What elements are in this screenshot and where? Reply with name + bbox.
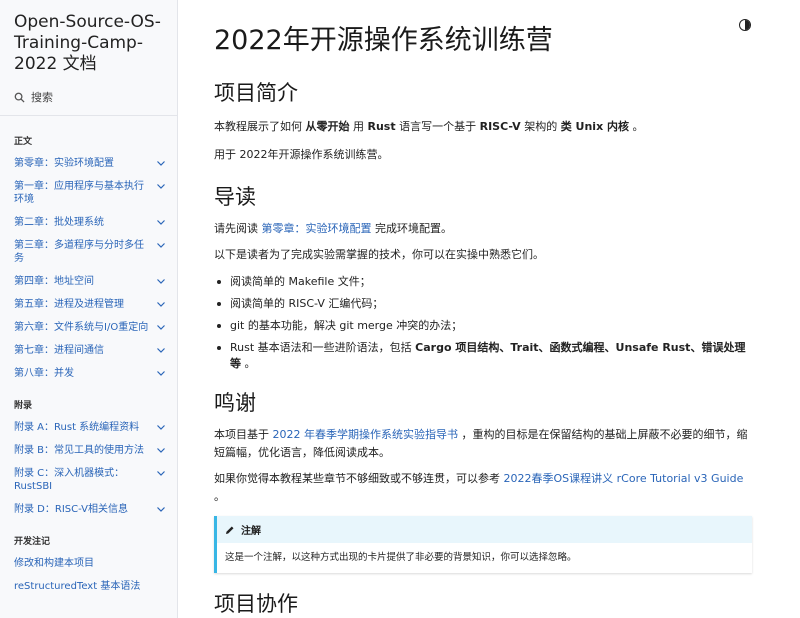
- sidebar-item[interactable]: 修改和构建本项目: [0, 557, 177, 570]
- sidebar-item-label: 第四章：地址空间: [14, 276, 94, 287]
- chevron-down-icon[interactable]: [155, 344, 167, 357]
- intro-paragraph-2: 用于 2022年开源操作系统训练营。: [214, 148, 389, 161]
- sidebar-item-label: 附录 C：深入机器模式：RustSBI: [14, 468, 125, 492]
- sidebar-item-label: 附录 D：RISC-V相关信息: [14, 504, 128, 515]
- link-rcore-tutorial[interactable]: 2022春季OS课程讲义 rCore Tutorial v3 Guide: [504, 472, 744, 485]
- sidebar-item[interactable]: reStructuredText 基本语法: [0, 580, 177, 593]
- note-title: 注解: [241, 526, 261, 537]
- sidebar-divider: [0, 115, 177, 116]
- note-body: 这是一个注解，以这种方式出现的卡片提供了非必要的背景知识，你可以选择忽略。: [225, 552, 577, 563]
- thanks-paragraph-2: 如果你觉得本教程某些章节不够细致或不够连贯，可以参考 2022春季OS课程讲义 …: [214, 472, 744, 503]
- chevron-down-icon[interactable]: [155, 180, 167, 193]
- list-item: 阅读简单的 RISC-V 汇编代码；: [214, 296, 754, 312]
- chevron-down-icon[interactable]: [155, 157, 167, 170]
- link-lab-guide[interactable]: 2022 年春季学期操作系统实验指导书: [273, 428, 459, 441]
- sidebar-section-caption: 开发注记: [14, 537, 51, 547]
- chevron-down-icon[interactable]: [155, 444, 167, 457]
- sidebar-item[interactable]: 第三章：多道程序与分时多任务: [0, 239, 177, 265]
- chevron-down-icon[interactable]: [155, 275, 167, 288]
- chevron-down-icon[interactable]: [155, 216, 167, 229]
- pencil-icon: [226, 526, 234, 534]
- guide-paragraph-2: 以下是读者为了完成实验需掌握的技术，你可以在实操中熟悉它们。: [214, 248, 544, 261]
- search-label: 搜索: [31, 91, 53, 104]
- sidebar-item-label: reStructuredText 基本语法: [14, 581, 141, 592]
- chevron-down-icon[interactable]: [155, 239, 167, 252]
- nav-sections: 正文第零章：实验环境配置第一章：应用程序与基本执行环境第二章：批处理系统第三章：…: [0, 134, 177, 593]
- thanks-paragraph-1: 本项目基于 2022 年春季学期操作系统实验指导书 ，重构的目标是在保留结构的基…: [214, 428, 748, 459]
- chevron-down-icon[interactable]: [155, 421, 167, 434]
- sidebar-item-label: 第五章：进程及进程管理: [14, 299, 124, 310]
- sidebar-item-label: 第零章：实验环境配置: [14, 158, 114, 169]
- note-card: 注解 这是一个注解，以这种方式出现的卡片提供了非必要的背景知识，你可以选择忽略。: [214, 516, 752, 573]
- heading-intro: 项目简介: [214, 81, 298, 105]
- chevron-down-icon[interactable]: [155, 298, 167, 311]
- sidebar-item[interactable]: 第二章：批处理系统: [0, 216, 177, 229]
- sidebar-item[interactable]: 第六章：文件系统与I/O重定向: [0, 321, 177, 334]
- sidebar-item-label: 第八章：并发: [14, 368, 74, 379]
- sidebar-item-label: 第七章：进程间通信: [14, 345, 104, 356]
- list-item: git 的基本功能，解决 git merge 冲突的办法；: [214, 318, 754, 334]
- sidebar-item[interactable]: 附录 D：RISC-V相关信息: [0, 503, 177, 516]
- sidebar-item[interactable]: 第五章：进程及进程管理: [0, 298, 177, 311]
- chevron-down-icon[interactable]: [155, 367, 167, 380]
- sidebar-section-caption: 正文: [14, 137, 33, 147]
- link-chapter0[interactable]: 第零章：实验环境配置: [262, 222, 372, 235]
- page-title: 2022年开源操作系统训练营: [214, 25, 553, 56]
- sidebar-item[interactable]: 附录 B：常见工具的使用方法: [0, 444, 177, 457]
- sidebar-item[interactable]: 第零章：实验环境配置: [0, 157, 177, 170]
- sidebar-item-label: 第三章：多道程序与分时多任务: [14, 240, 144, 264]
- heading-guide: 导读: [214, 185, 256, 209]
- heading-collab: 项目协作: [214, 592, 298, 616]
- list-item: Rust 基本语法和一些进阶语法，包括 Cargo 项目结构、Trait、函数式…: [214, 340, 754, 372]
- chevron-down-icon[interactable]: [155, 467, 167, 480]
- skills-list: 阅读简单的 Makefile 文件； 阅读简单的 RISC-V 汇编代码； gi…: [214, 274, 754, 372]
- intro-paragraph-1: 本教程展示了如何 从零开始 用 Rust 语言写一个基于 RISC-V 架构的 …: [214, 120, 644, 133]
- sidebar-item[interactable]: 附录 A：Rust 系统编程资料: [0, 421, 177, 434]
- sidebar-section-caption: 附录: [14, 401, 33, 411]
- sidebar-item-label: 第一章：应用程序与基本执行环境: [14, 181, 144, 205]
- sidebar-item[interactable]: 第七章：进程间通信: [0, 344, 177, 357]
- sidebar-item-label: 附录 A：Rust 系统编程资料: [14, 422, 140, 433]
- sidebar: Open-Source-OS-Training-Camp-2022 文档 搜索 …: [0, 0, 178, 618]
- list-item: 阅读简单的 Makefile 文件；: [214, 274, 754, 290]
- chevron-down-icon[interactable]: [155, 321, 167, 334]
- sidebar-item-label: 第六章：文件系统与I/O重定向: [14, 322, 149, 333]
- note-header: 注解: [217, 516, 752, 543]
- sidebar-item-label: 附录 B：常见工具的使用方法: [14, 445, 145, 456]
- sidebar-item-label: 修改和构建本项目: [14, 558, 94, 569]
- guide-paragraph-1: 请先阅读 第零章：实验环境配置 完成环境配置。: [214, 222, 452, 235]
- sidebar-item[interactable]: 第一章：应用程序与基本执行环境: [0, 180, 177, 206]
- search-box[interactable]: 搜索: [14, 89, 177, 105]
- sidebar-item[interactable]: 附录 C：深入机器模式：RustSBI: [0, 467, 177, 493]
- heading-thanks: 鸣谢: [214, 391, 256, 415]
- search-icon: [14, 92, 25, 103]
- sidebar-item[interactable]: 第八章：并发: [0, 367, 177, 380]
- main-content: 2022年开源操作系统训练营 项目简介 本教程展示了如何 从零开始 用 Rust…: [214, 0, 754, 617]
- sidebar-item-label: 第二章：批处理系统: [14, 217, 104, 228]
- sidebar-item[interactable]: 第四章：地址空间: [0, 275, 177, 288]
- chevron-down-icon[interactable]: [155, 503, 167, 516]
- site-title[interactable]: Open-Source-OS-Training-Camp-2022 文档: [0, 0, 177, 75]
